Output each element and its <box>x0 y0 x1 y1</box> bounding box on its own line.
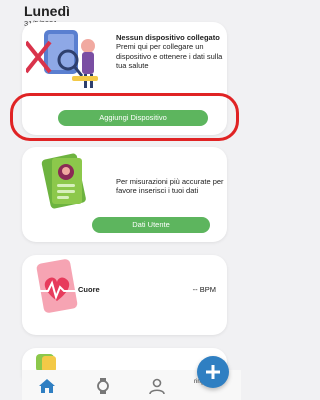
device-card-title: Nessun dispositivo collegato <box>116 33 220 42</box>
partial-card-icon <box>36 354 56 372</box>
user-data-button[interactable]: Dati Utente <box>92 217 210 233</box>
home-icon <box>39 379 55 393</box>
user-data-card[interactable]: Per misurazioni più accurate per favore … <box>22 147 227 242</box>
heart-card[interactable]: Cuore -- BPM <box>22 255 227 335</box>
device-illustration <box>26 30 98 88</box>
watch-icon <box>97 378 109 394</box>
user-data-icon <box>41 153 86 209</box>
add-fab-button[interactable] <box>197 356 229 388</box>
day-label: Lunedì <box>24 3 70 19</box>
nav-home[interactable] <box>38 377 56 395</box>
highlight-annotation <box>10 93 239 141</box>
heart-value: -- BPM <box>192 285 216 294</box>
person-icon <box>149 378 165 395</box>
device-card-body: Premi qui per collegare un dispositivo e… <box>116 42 223 71</box>
nav-watch[interactable] <box>94 377 112 395</box>
nav-profile[interactable] <box>148 377 166 395</box>
heart-icon <box>36 259 78 313</box>
plus-icon <box>206 365 220 379</box>
heart-label: Cuore <box>78 285 100 294</box>
user-card-body: Per misurazioni più accurate per favore … <box>116 177 224 196</box>
